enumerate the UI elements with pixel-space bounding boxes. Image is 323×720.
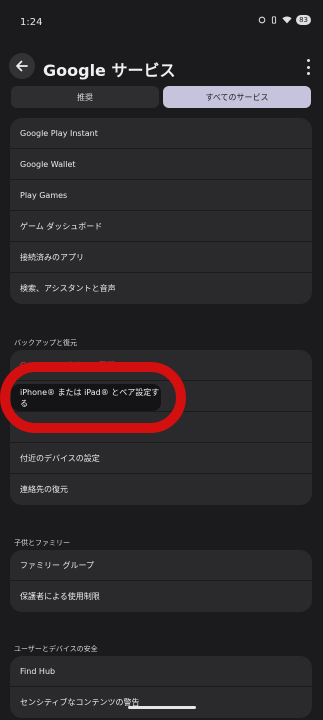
list-item-restore-contacts[interactable]: 連絡先の復元 [10,474,312,505]
list-item-play-games[interactable]: Play Games [10,180,312,211]
list-item-game-dashboard[interactable]: ゲーム ダッシュボード [10,211,312,242]
section-header-backup: バックアップと復元 [14,339,77,347]
list-item-sensitive-content[interactable]: センシティブなコンテンツの警告 [10,687,312,718]
list-item-nearby-devices[interactable]: 付近のデバイスの設定 [10,443,312,474]
list-item-play-instant[interactable]: Google Play Instant [10,118,312,149]
services-list: Google Play Instant Google Wallet Play G… [0,0,323,720]
list-item-family-group[interactable]: ファミリー グループ [10,550,312,581]
list-item-connected-apps[interactable]: 接続済みのアプリ [10,242,312,273]
list-item-wallet[interactable]: Google Wallet [10,149,312,180]
list-item-search-assistant-voice[interactable]: 検索、アシスタントと音声 [10,273,312,304]
home-indicator [128,706,196,709]
section-header-safety: ユーザーとデバイスの安全 [14,645,98,653]
section-header-family: 子供とファミリー [14,539,70,547]
list-item-find-hub[interactable]: Find Hub [10,656,312,687]
family-card: ファミリー グループ 保護者による使用制限 [10,550,312,612]
general-services-card: Google Play Instant Google Wallet Play G… [10,118,312,304]
list-item-parental-controls[interactable]: 保護者による使用制限 [10,581,312,612]
pair-iphone-ipad-item[interactable]: iPhone® または iPad® とペア設定する [11,384,161,411]
